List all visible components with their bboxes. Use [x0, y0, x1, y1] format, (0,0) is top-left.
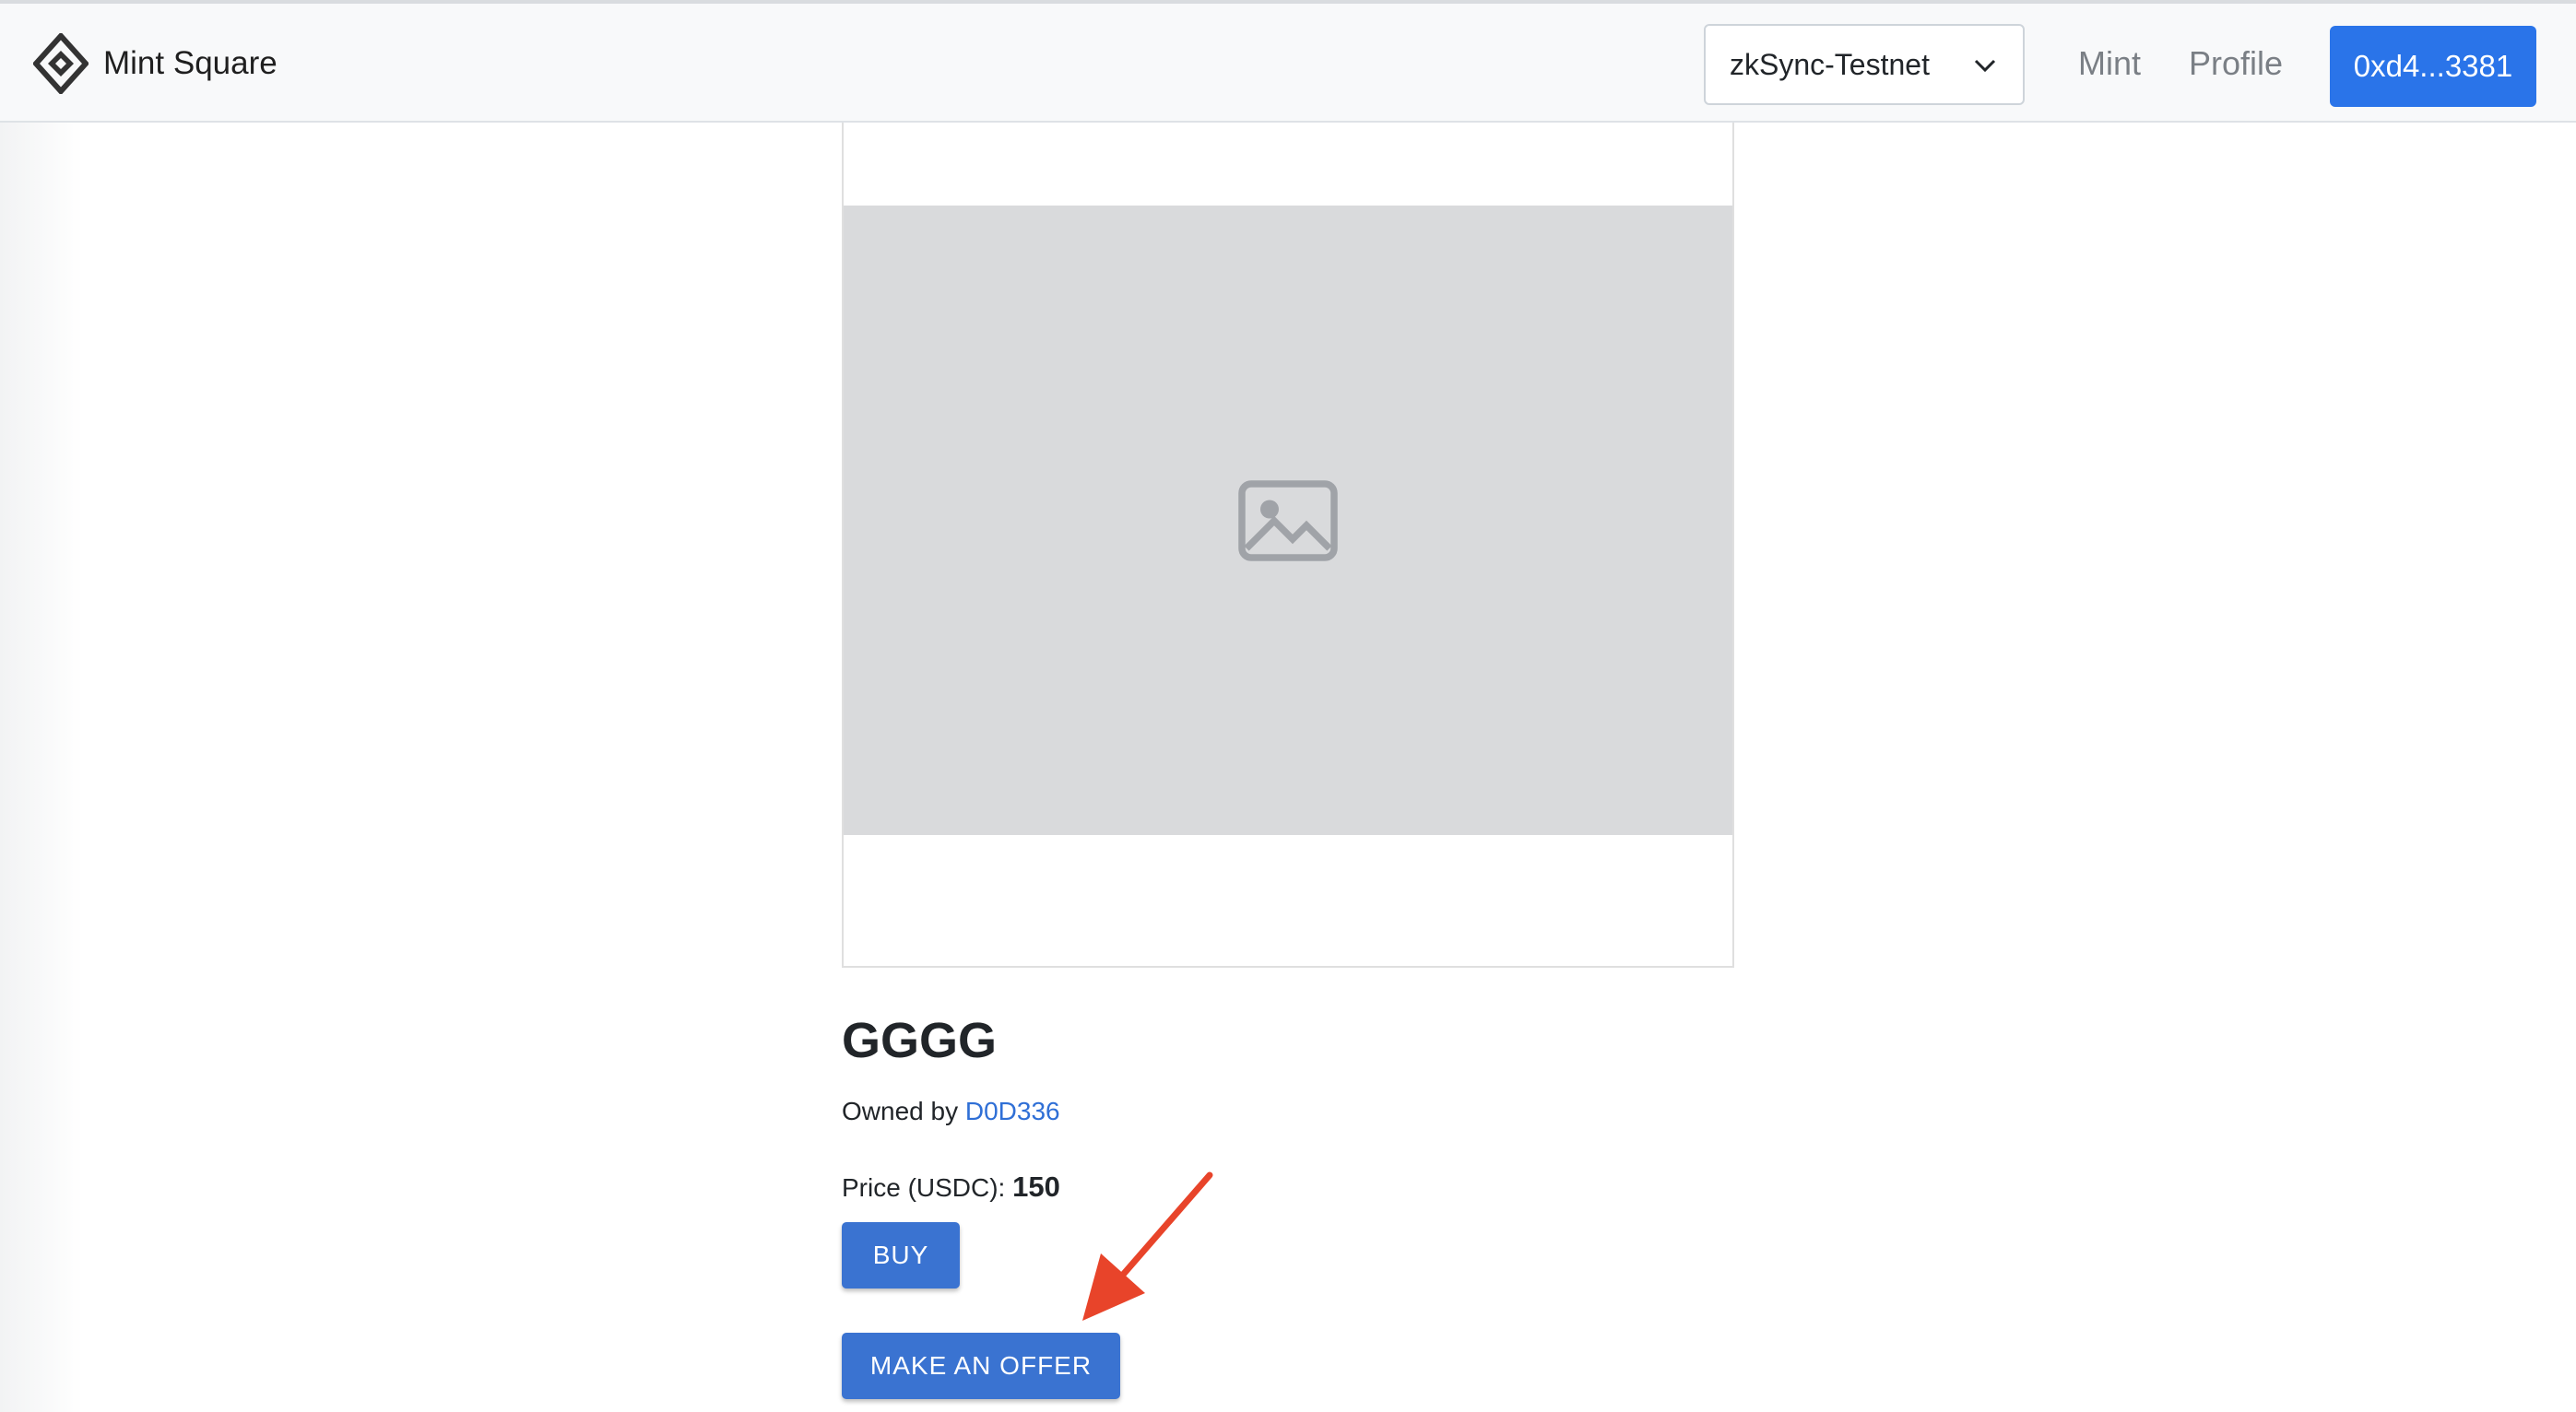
price-label: Price (USDC):: [842, 1173, 1006, 1202]
chevron-down-icon: [1974, 59, 1996, 73]
buy-button[interactable]: BUY: [842, 1222, 960, 1288]
nft-image-placeholder: [844, 206, 1732, 835]
make-offer-button[interactable]: MAKE AN OFFER: [842, 1333, 1120, 1399]
nft-title: GGGG: [842, 1013, 998, 1068]
image-icon: [1238, 479, 1338, 561]
wallet-address-button[interactable]: 0xd4...3381: [2330, 26, 2536, 107]
nft-media-frame: [842, 123, 1734, 968]
owner-link[interactable]: D0D336: [965, 1097, 1060, 1125]
brand-name: Mint Square: [103, 45, 278, 81]
owned-by-label: Owned by: [842, 1097, 965, 1125]
nav-mint-link[interactable]: Mint: [2078, 44, 2141, 83]
network-select[interactable]: zkSync-Testnet: [1704, 24, 2025, 105]
price-line: Price (USDC): 150: [842, 1171, 1060, 1204]
owner-line: Owned by D0D336: [842, 1097, 1060, 1126]
nav-profile-link[interactable]: Profile: [2189, 44, 2283, 83]
diamond-logo-icon: [33, 33, 89, 94]
top-navbar: Mint Square zkSync-Testnet Mint Profile …: [0, 0, 2576, 123]
brand[interactable]: Mint Square: [33, 33, 278, 94]
red-arrow-annotation: [1082, 1171, 1213, 1321]
network-selected-value: zkSync-Testnet: [1730, 47, 1930, 81]
price-value: 150: [1012, 1171, 1060, 1203]
